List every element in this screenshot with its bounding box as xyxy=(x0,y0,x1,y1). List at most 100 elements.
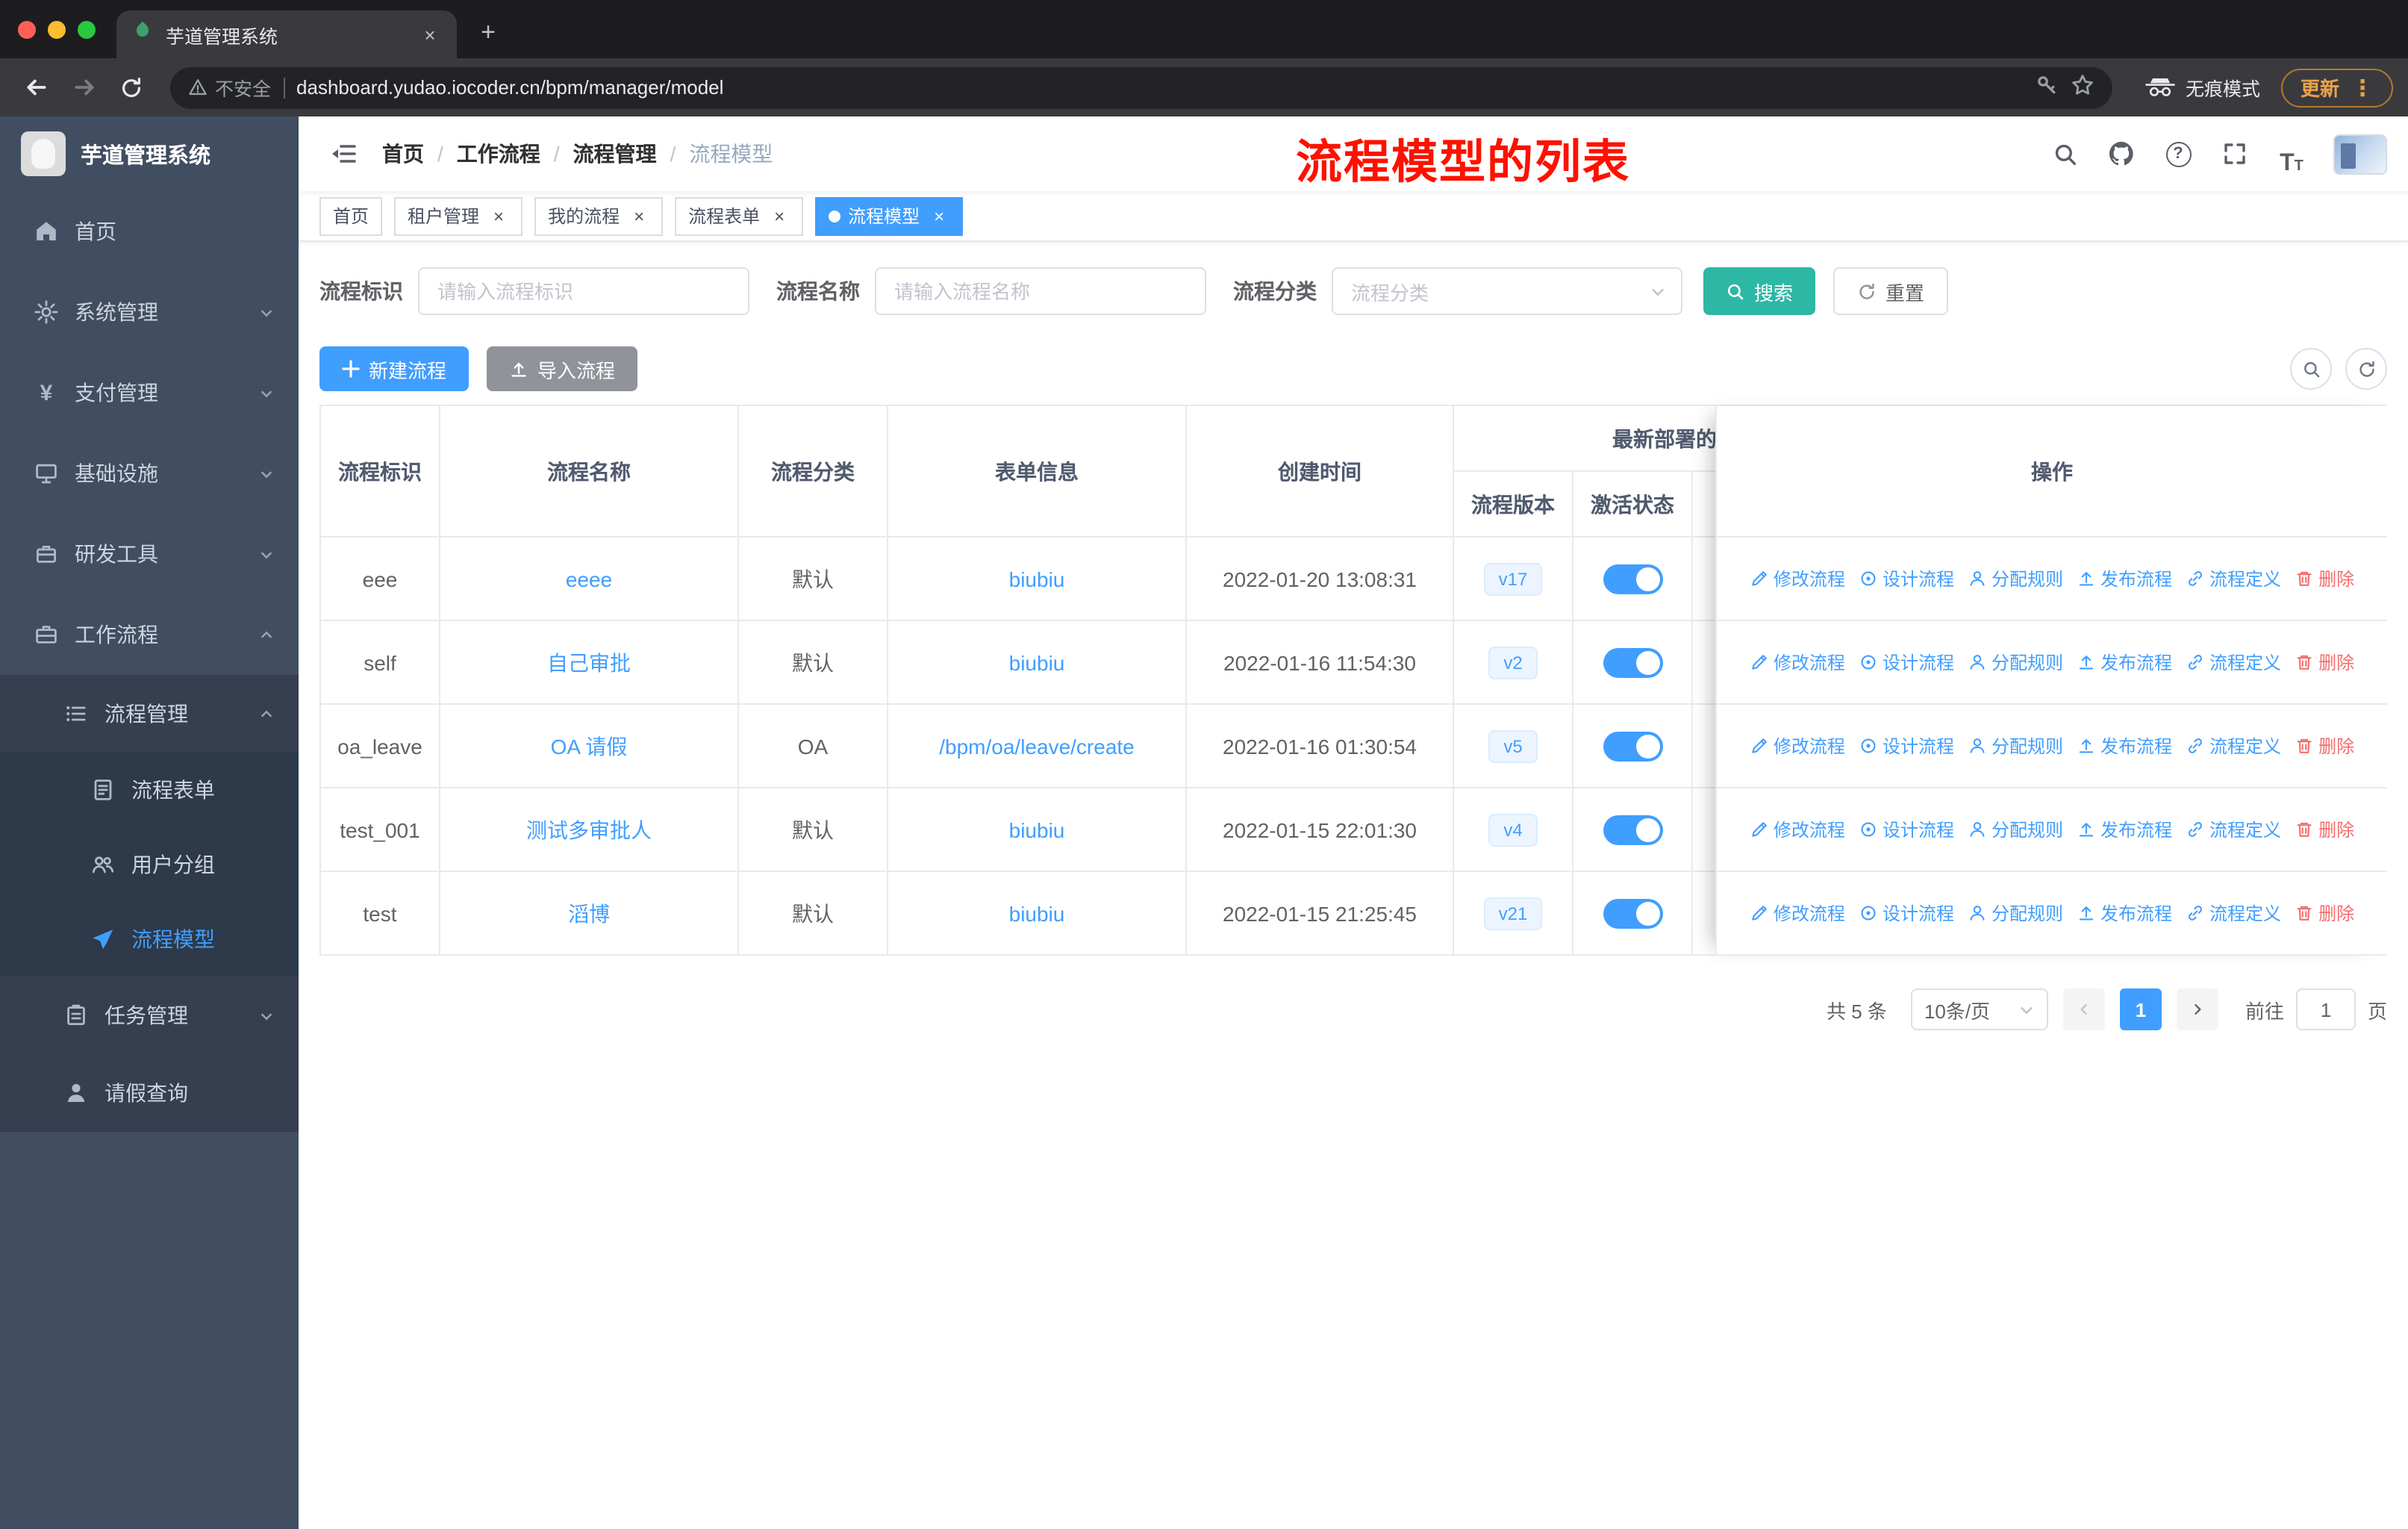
sidebar-item-task-management[interactable]: 任务管理 xyxy=(0,977,299,1054)
help-icon[interactable] xyxy=(2154,130,2202,178)
row-action-delete[interactable]: 删除 xyxy=(2295,733,2354,759)
minimize-window-button[interactable] xyxy=(48,21,66,39)
import-process-button[interactable]: 导入流程 xyxy=(487,346,638,391)
page-number-1[interactable]: 1 xyxy=(2119,988,2162,1030)
row-action-assign[interactable]: 分配规则 xyxy=(1968,817,2063,842)
breadcrumb-home[interactable]: 首页 xyxy=(382,139,424,169)
active-toggle[interactable] xyxy=(1603,815,1662,844)
github-icon[interactable] xyxy=(2097,130,2145,178)
tag-my-process[interactable]: 我的流程 xyxy=(534,196,664,235)
goto-page-input[interactable] xyxy=(2295,988,2356,1030)
row-action-design[interactable]: 设计流程 xyxy=(1859,900,1954,926)
process-name-link[interactable]: eeee xyxy=(566,567,612,591)
tab-close-icon[interactable] xyxy=(418,22,442,46)
sidebar-item-process-form[interactable]: 流程表单 xyxy=(0,753,299,827)
table-refresh-button[interactable] xyxy=(2345,348,2387,390)
sidebar-item-system[interactable]: 系统管理 xyxy=(0,272,299,352)
tag-close-icon[interactable] xyxy=(769,205,790,226)
form-info-link[interactable]: biubiu xyxy=(1009,901,1065,925)
browser-tab[interactable]: 芋道管理系统 xyxy=(116,10,457,58)
row-action-delete[interactable]: 删除 xyxy=(2295,900,2354,926)
search-button[interactable]: 搜索 xyxy=(1703,267,1816,315)
sidebar-item-leave-query[interactable]: 请假查询 xyxy=(0,1054,299,1132)
app-logo[interactable]: 芋道管理系统 xyxy=(0,116,299,191)
tag-close-icon[interactable] xyxy=(488,205,509,226)
row-action-publish[interactable]: 发布流程 xyxy=(2077,733,2172,759)
row-action-definition[interactable]: 流程定义 xyxy=(2186,650,2281,675)
zoom-window-button[interactable] xyxy=(78,21,96,39)
form-info-link[interactable]: /bpm/oa/leave/create xyxy=(939,734,1135,758)
row-action-edit[interactable]: 修改流程 xyxy=(1750,733,1845,759)
breadcrumb-workflow[interactable]: 工作流程 xyxy=(457,139,540,169)
process-key-input[interactable] xyxy=(418,267,749,315)
tag-tenant-management[interactable]: 租户管理 xyxy=(394,196,523,235)
form-info-link[interactable]: biubiu xyxy=(1009,567,1065,591)
row-action-edit[interactable]: 修改流程 xyxy=(1750,566,1845,591)
row-action-definition[interactable]: 流程定义 xyxy=(2186,566,2281,591)
row-action-design[interactable]: 设计流程 xyxy=(1859,566,1954,591)
row-action-publish[interactable]: 发布流程 xyxy=(2077,817,2172,842)
row-action-edit[interactable]: 修改流程 xyxy=(1750,900,1845,926)
row-action-assign[interactable]: 分配规则 xyxy=(1968,900,2063,926)
next-page-button[interactable] xyxy=(2176,988,2218,1030)
prev-page-button[interactable] xyxy=(2062,988,2105,1030)
row-action-definition[interactable]: 流程定义 xyxy=(2186,733,2281,759)
sidebar-item-home[interactable]: 首页 xyxy=(0,191,299,272)
browser-update-button[interactable]: 更新 xyxy=(2280,68,2393,107)
form-info-link[interactable]: biubiu xyxy=(1009,650,1065,674)
row-action-assign[interactable]: 分配规则 xyxy=(1968,733,2063,759)
browser-menu-icon[interactable] xyxy=(2351,74,2374,101)
row-action-assign[interactable]: 分配规则 xyxy=(1968,650,2063,675)
row-action-definition[interactable]: 流程定义 xyxy=(2186,817,2281,842)
process-name-link[interactable]: OA 请假 xyxy=(551,731,628,761)
tag-close-icon[interactable] xyxy=(929,205,949,226)
hamburger-icon[interactable] xyxy=(319,130,367,178)
sidebar-item-user-group[interactable]: 用户分组 xyxy=(0,827,299,902)
sidebar-item-workflow[interactable]: 工作流程 xyxy=(0,594,299,675)
row-action-publish[interactable]: 发布流程 xyxy=(2077,900,2172,926)
address-bar[interactable]: 不安全 dashboard.yudao.iocoder.cn/bpm/manag… xyxy=(170,66,2112,108)
user-avatar[interactable] xyxy=(2333,134,2387,174)
search-icon[interactable] xyxy=(2041,130,2089,178)
sidebar-item-process-model[interactable]: 流程模型 xyxy=(0,902,299,977)
tag-process-model[interactable]: 流程模型 xyxy=(815,196,964,235)
process-name-link[interactable]: 滔博 xyxy=(568,898,610,928)
back-button[interactable] xyxy=(15,66,57,108)
row-action-delete[interactable]: 删除 xyxy=(2295,566,2354,591)
active-toggle[interactable] xyxy=(1603,731,1662,761)
process-category-select[interactable]: 流程分类 xyxy=(1332,267,1682,315)
font-size-icon[interactable] xyxy=(2268,130,2315,178)
active-toggle[interactable] xyxy=(1603,647,1662,677)
active-toggle[interactable] xyxy=(1603,898,1662,928)
process-name-link[interactable]: 自己审批 xyxy=(547,647,631,677)
row-action-publish[interactable]: 发布流程 xyxy=(2077,650,2172,675)
sidebar-item-payment[interactable]: ¥ 支付管理 xyxy=(0,352,299,433)
breadcrumb-process-management[interactable]: 流程管理 xyxy=(573,139,657,169)
forward-button[interactable] xyxy=(63,66,105,108)
close-window-button[interactable] xyxy=(18,21,36,39)
sidebar-item-infrastructure[interactable]: 基础设施 xyxy=(0,433,299,514)
tag-process-form[interactable]: 流程表单 xyxy=(675,196,804,235)
window-controls[interactable] xyxy=(0,21,116,58)
tag-home[interactable]: 首页 xyxy=(319,196,383,235)
bookmark-star-icon[interactable] xyxy=(2071,73,2094,102)
active-toggle[interactable] xyxy=(1603,564,1662,594)
new-tab-button[interactable] xyxy=(469,13,508,52)
reset-button[interactable]: 重置 xyxy=(1833,267,1949,315)
row-action-edit[interactable]: 修改流程 xyxy=(1750,817,1845,842)
row-action-assign[interactable]: 分配规则 xyxy=(1968,566,2063,591)
table-search-button[interactable] xyxy=(2290,348,2332,390)
tag-close-icon[interactable] xyxy=(628,205,649,226)
row-action-definition[interactable]: 流程定义 xyxy=(2186,900,2281,926)
row-action-edit[interactable]: 修改流程 xyxy=(1750,650,1845,675)
security-warning[interactable]: 不安全 xyxy=(188,73,271,102)
process-name-input[interactable] xyxy=(875,267,1206,315)
url-text[interactable]: dashboard.yudao.iocoder.cn/bpm/manager/m… xyxy=(296,76,2023,99)
fullscreen-icon[interactable] xyxy=(2211,130,2259,178)
form-info-link[interactable]: biubiu xyxy=(1009,818,1065,841)
create-process-button[interactable]: 新建流程 xyxy=(319,346,470,391)
row-action-delete[interactable]: 删除 xyxy=(2295,650,2354,675)
sidebar-item-process-management[interactable]: 流程管理 xyxy=(0,675,299,753)
reload-button[interactable] xyxy=(110,66,152,108)
row-action-design[interactable]: 设计流程 xyxy=(1859,733,1954,759)
